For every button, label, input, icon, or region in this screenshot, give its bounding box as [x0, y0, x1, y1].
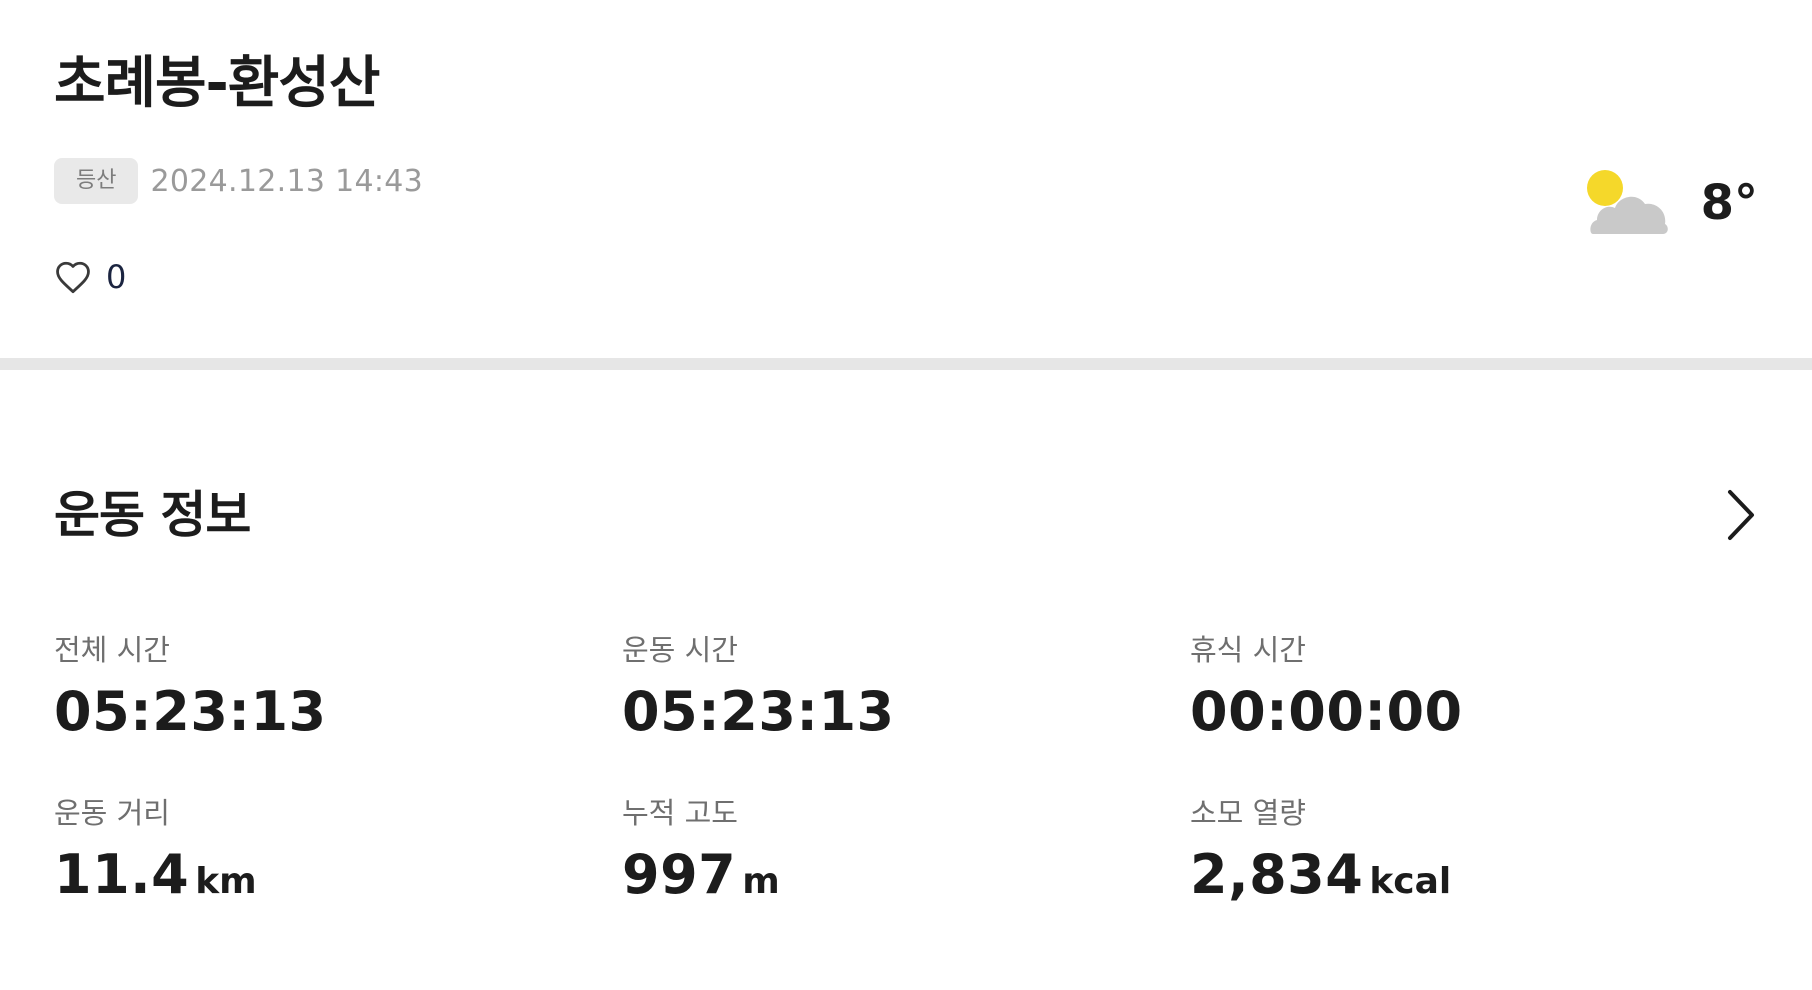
stat-value: 00:00:00 [1190, 680, 1463, 743]
activity-title: 초례봉-환성산 [54, 51, 380, 116]
stat-unit: kcal [1369, 861, 1452, 902]
exercise-info-header[interactable]: 운동 정보 [54, 480, 1758, 550]
stat-unit: m [742, 861, 780, 902]
stat-unit: km [195, 861, 257, 902]
chevron-right-icon[interactable] [1724, 488, 1758, 542]
section-divider [0, 358, 1812, 370]
stat-label: 누적 고도 [622, 796, 738, 830]
weather-info: 8° [1585, 168, 1758, 238]
stat-label: 휴식 시간 [1190, 633, 1306, 667]
stat-label: 운동 거리 [54, 796, 170, 830]
stat-rest-time: 휴식 시간 00:00:00 [1190, 630, 1690, 742]
stat-label: 소모 열량 [1190, 796, 1306, 830]
stat-exercise-time: 운동 시간 05:23:13 [622, 630, 1122, 742]
stat-value: 05:23:13 [622, 680, 895, 743]
category-badge: 등산 [54, 158, 139, 204]
stat-label: 전체 시간 [54, 633, 170, 667]
stat-distance: 운동 거리 11.4 km [54, 793, 554, 905]
like-button[interactable]: 0 [54, 258, 126, 296]
heart-icon[interactable] [54, 260, 92, 294]
stat-calories: 소모 열량 2,834 kcal [1190, 793, 1690, 905]
like-count: 0 [106, 258, 127, 296]
stat-value: 11.4 [54, 843, 190, 906]
stat-value: 997 [622, 843, 737, 906]
activity-header: 초례봉-환성산 등산 2024.12.13 14:43 0 8° [0, 0, 1812, 358]
activity-meta: 등산 2024.12.13 14:43 [54, 158, 423, 204]
stat-elevation-gain: 누적 고도 997 m [622, 793, 1122, 905]
partly-cloudy-icon [1585, 168, 1675, 238]
stat-value: 05:23:13 [54, 680, 327, 743]
stat-value: 2,834 [1190, 843, 1364, 906]
stat-label: 운동 시간 [622, 633, 738, 667]
temperature: 8° [1700, 175, 1758, 231]
section-title: 운동 정보 [54, 486, 251, 544]
activity-date: 2024.12.13 14:43 [150, 163, 424, 199]
stat-total-time: 전체 시간 05:23:13 [54, 630, 554, 742]
